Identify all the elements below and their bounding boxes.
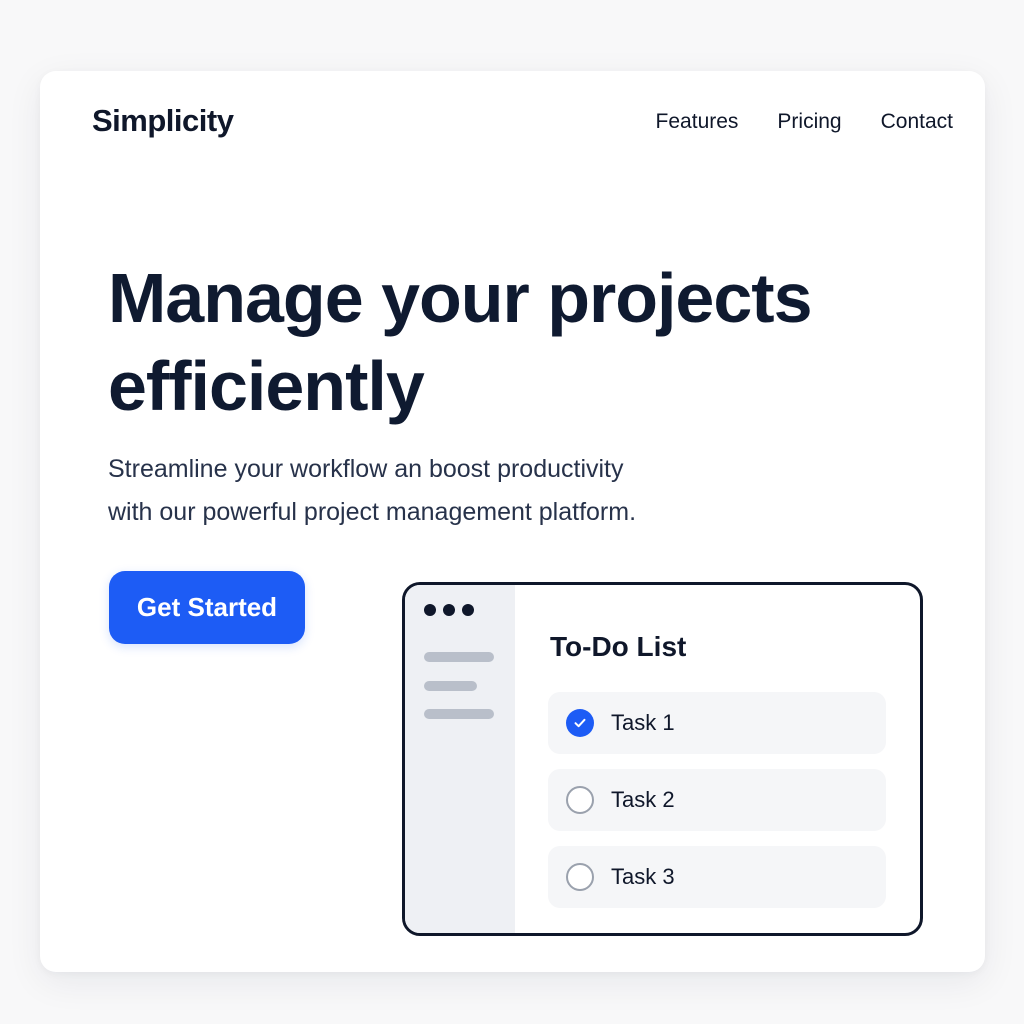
app-preview-window: To-Do List Task 1 Task 2 Task 3 xyxy=(402,582,923,936)
unchecked-circle-icon[interactable] xyxy=(566,786,594,814)
nav-features[interactable]: Features xyxy=(656,110,739,134)
sidebar-placeholder-line xyxy=(424,652,494,662)
hero-title: Manage your projects efficiently xyxy=(108,254,928,430)
window-dot-icon xyxy=(424,604,436,616)
hero-subtitle-line-2: with our powerful project management pla… xyxy=(108,498,637,526)
preview-sidebar xyxy=(405,585,515,933)
unchecked-circle-icon[interactable] xyxy=(566,863,594,891)
brand-logo[interactable]: Simplicity xyxy=(92,103,234,139)
todo-title: To-Do List xyxy=(550,631,687,662)
checked-circle-icon[interactable] xyxy=(566,709,594,737)
todo-item-label: Task 1 xyxy=(611,710,675,735)
todo-item[interactable]: Task 1 xyxy=(548,692,886,754)
todo-panel: To-Do List Task 1 Task 2 Task 3 xyxy=(515,585,920,933)
hero-title-line-2: efficiently xyxy=(108,347,425,425)
todo-item-label: Task 2 xyxy=(611,787,675,812)
sidebar-placeholder-line xyxy=(424,681,477,691)
window-dot-icon xyxy=(462,604,474,616)
get-started-button[interactable]: Get Started xyxy=(109,571,305,644)
hero-subtitle: Streamline your workflow an boost produc… xyxy=(108,448,728,534)
todo-item-label: Task 3 xyxy=(611,864,675,889)
checkmark-icon xyxy=(574,718,586,728)
nav-pricing[interactable]: Pricing xyxy=(777,110,841,134)
hero-title-line-1: Manage your projects xyxy=(108,259,813,337)
landing-card: Simplicity Features Pricing Contact Mana… xyxy=(40,71,985,972)
todo-item[interactable]: Task 2 xyxy=(548,769,886,831)
hero-subtitle-line-1: Streamline your workflow an boost produc… xyxy=(108,455,624,483)
sidebar-placeholder-line xyxy=(424,709,494,719)
window-controls xyxy=(424,604,474,616)
window-dot-icon xyxy=(443,604,455,616)
todo-item[interactable]: Task 3 xyxy=(548,846,886,908)
top-nav: Features Pricing Contact xyxy=(656,110,953,134)
nav-contact[interactable]: Contact xyxy=(881,110,953,134)
